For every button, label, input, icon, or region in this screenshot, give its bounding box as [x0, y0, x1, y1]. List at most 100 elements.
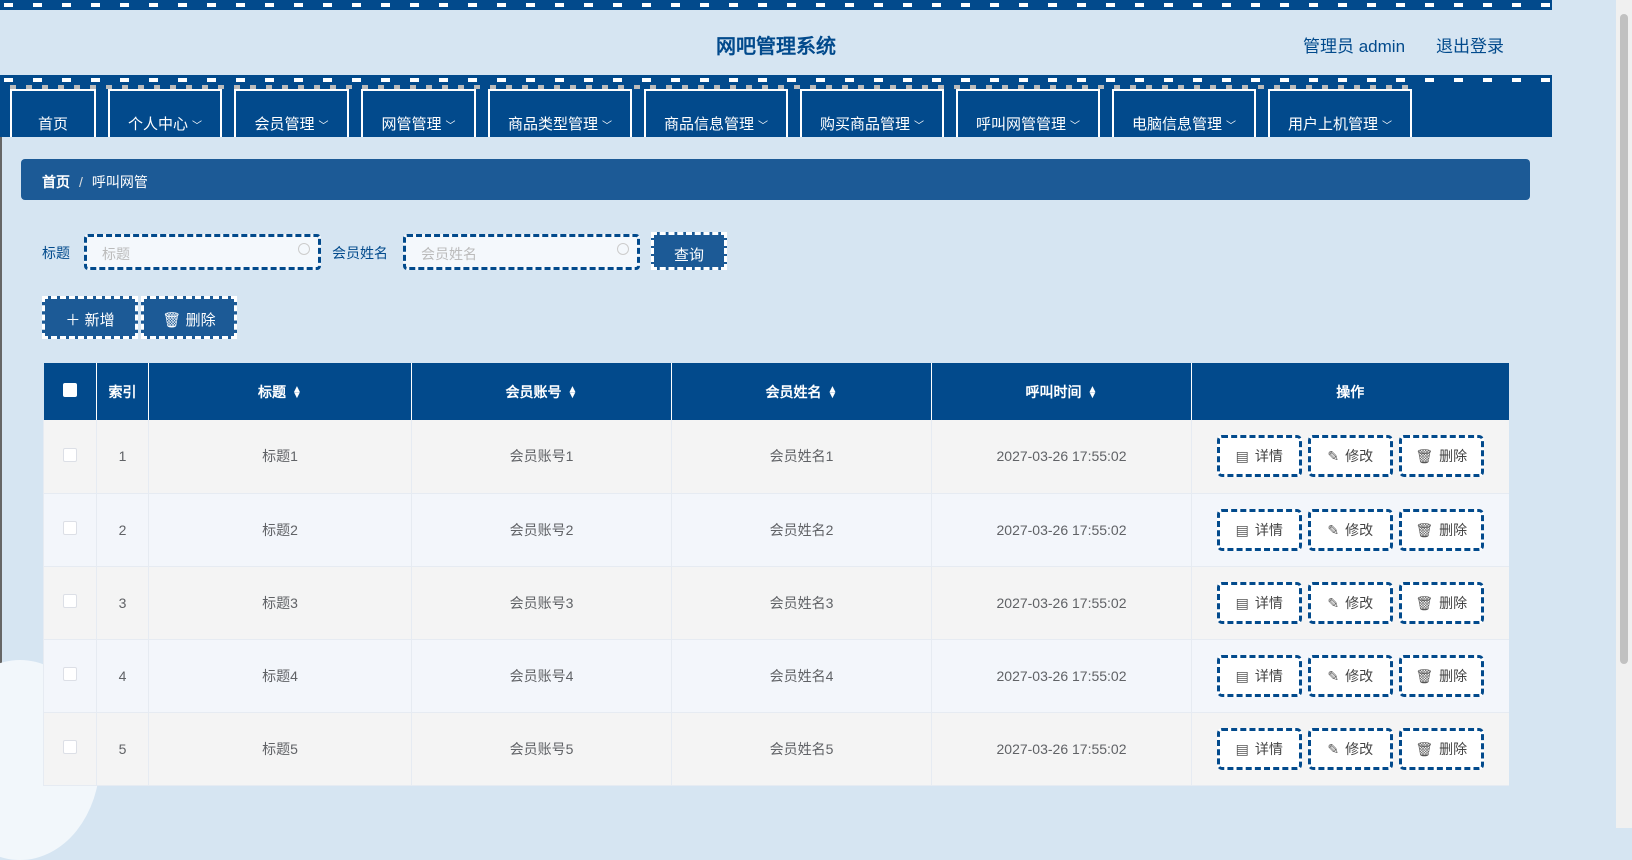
cell-account: 会员账号4 [411, 639, 672, 713]
cell-account: 会员账号1 [411, 420, 672, 494]
edit-button[interactable]: ✎ 修改 [1307, 581, 1393, 624]
breadcrumb-current: 呼叫网管 [91, 174, 148, 190]
detail-button[interactable]: ▤ 详情 [1216, 508, 1302, 551]
chevron-down-icon: ﹀ [1070, 121, 1080, 132]
main-nav: 首页 个人中心 ﹀ 会员管理 ﹀ 网管管理 ﹀ 商品类型管理 ﹀ 商品信息管理 ﹀ 购买商品管理 ﹀ 呼叫… [0, 85, 1552, 137]
cell-actions: ▤ 详情 ✎ 修改 🗑 删除 [1191, 420, 1509, 494]
nav-item-6[interactable]: 购买商品管理 ﹀ [800, 89, 944, 137]
nav-label: 商品类型管理 [507, 116, 598, 133]
cell-account: 会员账号3 [411, 566, 672, 640]
row-checkbox[interactable] [43, 566, 97, 640]
nav-item-8[interactable]: 电脑信息管理 ﹀ [1112, 89, 1256, 137]
nav-label: 电脑信息管理 [1131, 116, 1222, 133]
sort-icon[interactable]: ▲ ▼ [1088, 384, 1098, 400]
breadcrumb-home[interactable]: 首页 [42, 174, 70, 190]
col-time[interactable]: 呼叫时间 ▲ ▼ [931, 363, 1192, 420]
edit-button[interactable]: ✎ 修改 [1307, 435, 1393, 478]
nav-item-1[interactable]: 个人中心 ﹀ [108, 89, 222, 137]
nav-label: 会员管理 [254, 116, 315, 133]
search-icon [617, 243, 629, 255]
cell-actions: ▤ 详情 ✎ 修改 🗑 删除 [1191, 493, 1509, 567]
detail-button[interactable]: ▤ 详情 [1216, 727, 1302, 770]
table-row: 1 标题1 会员账号1 会员姓名1 2027-03-26 17:55:02 ▤ 详… [43, 420, 1509, 494]
sort-icon[interactable]: ▲ ▼ [828, 384, 838, 400]
trash-icon: 🗑 [1415, 448, 1434, 465]
search-icon [298, 243, 310, 255]
title-placeholder: 标题 [102, 246, 130, 262]
cell-title: 标题1 [148, 420, 412, 494]
nav-label: 个人中心 [127, 116, 188, 133]
trash-icon: 🗑 [162, 312, 182, 329]
nav-label: 网管管理 [381, 116, 442, 133]
row-checkbox[interactable] [43, 420, 97, 494]
call-table: 索引 标题 ▲ ▼ 会员账号 ▲ ▼ 会员姓名 ▲ ▼ 呼叫时间 ▲ ▼ 操作 1 标题1 会员… [43, 363, 1509, 786]
document-icon: ▤ [1235, 521, 1249, 538]
delete-button[interactable]: 🗑 删除 [1398, 581, 1484, 624]
edit-button[interactable]: ✎ 修改 [1307, 727, 1393, 770]
member-name-label: 会员姓名 [332, 245, 388, 261]
scrollbar[interactable] [1616, 0, 1632, 828]
col-index: 索引 [96, 363, 149, 420]
cell-actions: ▤ 详情 ✎ 修改 🗑 删除 [1191, 566, 1509, 640]
query-button[interactable]: 查询 [651, 232, 727, 270]
delete-button[interactable]: 🗑 删除 [1398, 435, 1484, 478]
nav-item-0[interactable]: 首页 [10, 89, 96, 137]
delete-button[interactable]: 🗑 删除 [1398, 727, 1484, 770]
sort-icon[interactable]: ▲ ▼ [292, 384, 302, 400]
trash-icon: 🗑 [1415, 594, 1434, 611]
cell-name: 会员姓名3 [671, 566, 932, 640]
cell-title: 标题3 [148, 566, 412, 640]
batch-delete-button[interactable]: 🗑 删除 [141, 296, 237, 339]
member-name-search-input[interactable]: 会员姓名 [403, 234, 640, 270]
select-all-checkbox[interactable] [43, 363, 97, 420]
pencil-icon: ✎ [1327, 740, 1340, 757]
cell-name: 会员姓名1 [671, 420, 932, 494]
row-checkbox[interactable] [43, 493, 97, 567]
table-header: 索引 标题 ▲ ▼ 会员账号 ▲ ▼ 会员姓名 ▲ ▼ 呼叫时间 ▲ ▼ 操作 [43, 363, 1509, 420]
cell-title: 标题4 [148, 639, 412, 713]
detail-button[interactable]: ▤ 详情 [1216, 435, 1302, 478]
trash-icon: 🗑 [1415, 667, 1434, 684]
sort-icon[interactable]: ▲ ▼ [568, 384, 578, 400]
col-title[interactable]: 标题 ▲ ▼ [148, 363, 412, 420]
detail-button[interactable]: ▤ 详情 [1216, 581, 1302, 624]
add-button[interactable]: ＋ 新增 [42, 296, 138, 339]
chevron-down-icon: ﹀ [192, 121, 202, 132]
document-icon: ▤ [1235, 448, 1249, 465]
nav-item-5[interactable]: 商品信息管理 ﹀ [644, 89, 788, 137]
col-actions: 操作 [1191, 363, 1509, 420]
document-icon: ▤ [1235, 594, 1249, 611]
plus-icon: ＋ [65, 312, 81, 329]
cell-time: 2027-03-26 17:55:02 [931, 566, 1192, 640]
row-checkbox[interactable] [43, 712, 97, 786]
cell-time: 2027-03-26 17:55:02 [931, 712, 1192, 786]
nav-item-7[interactable]: 呼叫网管管理 ﹀ [956, 89, 1100, 137]
breadcrumb: 首页 / 呼叫网管 [21, 159, 1530, 200]
header-bottom-stripe [0, 75, 1552, 85]
nav-item-2[interactable]: 会员管理 ﹀ [234, 89, 349, 137]
nav-item-9[interactable]: 用户上机管理 ﹀ [1268, 89, 1412, 137]
nav-item-4[interactable]: 商品类型管理 ﹀ [488, 89, 632, 137]
cell-title: 标题5 [148, 712, 412, 786]
cell-account: 会员账号2 [411, 493, 672, 567]
nav-item-3[interactable]: 网管管理 ﹀ [361, 89, 476, 137]
col-name[interactable]: 会员姓名 ▲ ▼ [671, 363, 932, 420]
delete-button[interactable]: 🗑 删除 [1398, 508, 1484, 551]
chevron-down-icon: ﹀ [602, 121, 612, 132]
scrollbar-thumb[interactable] [1620, 14, 1628, 664]
title-search-input[interactable]: 标题 [84, 234, 321, 270]
delete-button[interactable]: 🗑 删除 [1398, 654, 1484, 697]
edit-button[interactable]: ✎ 修改 [1307, 508, 1393, 551]
header-top-stripe [0, 0, 1552, 10]
row-checkbox[interactable] [43, 639, 97, 713]
col-account[interactable]: 会员账号 ▲ ▼ [411, 363, 672, 420]
cell-index: 1 [96, 420, 149, 494]
chevron-down-icon: ﹀ [1382, 121, 1392, 132]
pencil-icon: ✎ [1327, 521, 1340, 538]
cell-time: 2027-03-26 17:55:02 [931, 493, 1192, 567]
detail-button[interactable]: ▤ 详情 [1216, 654, 1302, 697]
edit-button[interactable]: ✎ 修改 [1307, 654, 1393, 697]
chevron-down-icon: ﹀ [318, 121, 329, 132]
logout-link[interactable]: 退出登录 [1436, 32, 1504, 57]
table-row: 3 标题3 会员账号3 会员姓名3 2027-03-26 17:55:02 ▤ 详… [43, 566, 1509, 640]
